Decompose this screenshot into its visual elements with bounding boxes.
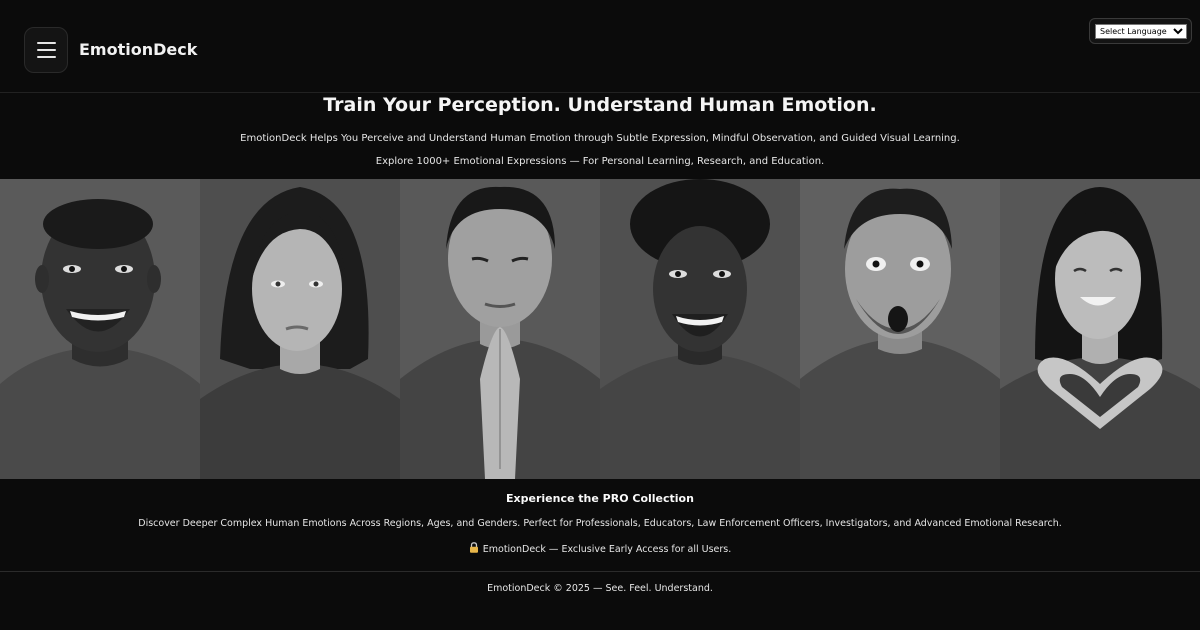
hamburger-menu-icon	[37, 49, 56, 51]
portrait-joyful-woman	[600, 179, 800, 479]
hero-subdescription: Explore 1000+ Emotional Expressions — Fo…	[375, 156, 825, 167]
hero-title: Train Your Perception. Understand Human …	[323, 94, 877, 116]
portrait-neutral-woman	[200, 179, 400, 479]
pro-collection-title: Experience the PRO Collection	[506, 492, 694, 505]
lock-icon	[469, 542, 479, 556]
hamburger-menu-icon	[37, 56, 56, 58]
footer-text: EmotionDeck © 2025 — See. Feel. Understa…	[487, 583, 713, 594]
pro-early-access-line: EmotionDeck — Exclusive Early Access for…	[0, 542, 1200, 556]
language-select-container: Select Language	[1089, 18, 1192, 44]
menu-button[interactable]	[24, 27, 68, 73]
pro-collection-description: Discover Deeper Complex Human Emotions A…	[138, 518, 1062, 529]
language-select[interactable]: Select Language	[1095, 24, 1187, 39]
hamburger-menu-icon	[37, 42, 56, 44]
portrait-laughing-man	[0, 179, 200, 479]
brand-logo-text[interactable]: EmotionDeck	[79, 40, 197, 59]
footer-divider	[0, 571, 1200, 572]
portrait-heart-hands-woman	[1000, 179, 1200, 479]
portrait-gallery	[0, 179, 1200, 479]
hero-description: EmotionDeck Helps You Perceive and Under…	[240, 133, 960, 144]
pro-early-access-text: EmotionDeck — Exclusive Early Access for…	[482, 544, 732, 555]
site-header: EmotionDeck Select Language	[0, 0, 1200, 93]
portrait-surprised-man	[800, 179, 1000, 479]
portrait-praying-man	[400, 179, 600, 479]
